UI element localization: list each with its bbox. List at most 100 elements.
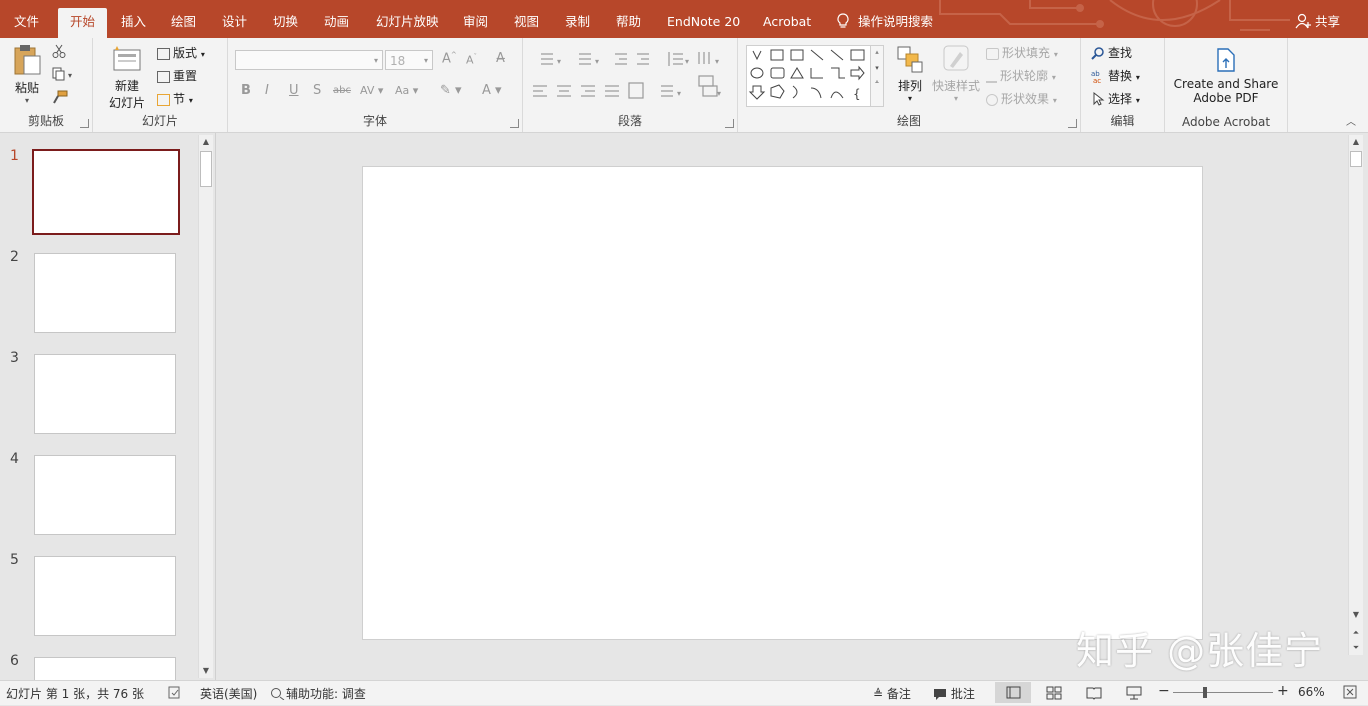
- slide-thumbnail-4[interactable]: [34, 455, 176, 535]
- editor-scrollbar[interactable]: ▲ ▼ ⏶ ⏷: [1348, 135, 1363, 655]
- drawing-group-label: 绘图: [896, 114, 921, 128]
- normal-view-button[interactable]: [995, 682, 1031, 703]
- cut-icon[interactable]: [52, 44, 66, 58]
- accessibility-status[interactable]: 辅助功能: 调查: [270, 685, 366, 702]
- shapes-gallery-scroll[interactable]: ▴ ▾ ⩡: [870, 46, 883, 106]
- drawing-group: { ▴ ▾ ⩡ 排列 ▾ 快速样式 ▾ 形状填充 ▾ 形状轮廓 ▾ 形状效果 ▾…: [738, 38, 1081, 132]
- reading-view-button[interactable]: [1076, 682, 1112, 703]
- drawing-launcher[interactable]: [1068, 119, 1077, 128]
- scroll-up-icon[interactable]: ▲: [199, 137, 213, 146]
- paste-button[interactable]: 粘贴 ▾: [10, 44, 44, 105]
- shape-effects-button[interactable]: 形状效果 ▾: [986, 90, 1057, 107]
- collapse-ribbon-icon[interactable]: ︿: [1346, 113, 1356, 128]
- comments-button[interactable]: 批注: [933, 685, 975, 702]
- reset-icon: [157, 71, 170, 83]
- tab-acrobat[interactable]: Acrobat: [763, 8, 811, 38]
- thumbnails-scrollbar[interactable]: ▲ ▼: [198, 135, 213, 678]
- create-pdf-button[interactable]: Create and Share Adobe PDF: [1165, 46, 1287, 105]
- tab-transitions[interactable]: 切换: [273, 8, 298, 38]
- replace-button[interactable]: ab ac 替换 ▾: [1091, 67, 1140, 84]
- shadow-icon[interactable]: S: [313, 83, 321, 98]
- zoom-slider-track[interactable]: [1173, 692, 1273, 693]
- scroll-up-icon[interactable]: ▲: [1349, 137, 1363, 146]
- clipboard-launcher[interactable]: [80, 119, 89, 128]
- reset-button[interactable]: 重置: [157, 67, 197, 84]
- quick-styles-label: 快速样式: [931, 79, 980, 93]
- copy-icon[interactable]: ▾: [52, 67, 76, 81]
- find-button[interactable]: 查找: [1091, 44, 1132, 61]
- zoom-slider-thumb[interactable]: [1203, 687, 1207, 698]
- layout-button[interactable]: 版式 ▾: [157, 44, 205, 61]
- slide-number: 6: [10, 653, 19, 669]
- slide-thumbnail-6[interactable]: [34, 657, 176, 680]
- slide-thumbnail-5[interactable]: [34, 556, 176, 636]
- font-group: ▾ 18 ▾ A^ Aˇ A̶ B I U S abc AV ▾ Aa ▾ ✎ ▾…: [228, 38, 523, 132]
- accessibility-icon: [271, 688, 285, 701]
- quick-styles-button[interactable]: 快速样式 ▾: [930, 44, 982, 103]
- section-button[interactable]: 节 ▾: [157, 90, 193, 107]
- slide-thumbnail-3[interactable]: [34, 354, 176, 434]
- change-case-icon[interactable]: Aa ▾: [395, 84, 418, 97]
- slide-thumbnail-1[interactable]: [32, 149, 180, 235]
- zoom-out-button[interactable]: −: [1158, 683, 1170, 699]
- lightbulb-icon: [837, 13, 849, 28]
- tab-review[interactable]: 审阅: [463, 8, 488, 38]
- scrollbar-thumb[interactable]: [1350, 151, 1362, 167]
- tab-help[interactable]: 帮助: [616, 8, 641, 38]
- char-spacing-icon[interactable]: AV ▾: [360, 84, 383, 97]
- scrollbar-thumb[interactable]: [200, 151, 212, 187]
- clear-formatting-icon[interactable]: A̶: [496, 51, 505, 66]
- zoom-level[interactable]: 66%: [1298, 685, 1325, 699]
- tab-record[interactable]: 录制: [565, 8, 590, 38]
- tab-animations[interactable]: 动画: [324, 8, 349, 38]
- font-launcher[interactable]: [510, 119, 519, 128]
- shape-outline-button[interactable]: 形状轮廓 ▾: [986, 67, 1056, 84]
- font-group-label: 字体: [362, 114, 387, 128]
- increase-font-icon[interactable]: A^: [442, 51, 457, 66]
- paragraph-launcher[interactable]: [725, 119, 734, 128]
- scroll-down-icon[interactable]: ▼: [1349, 610, 1363, 619]
- format-painter-icon[interactable]: [52, 90, 68, 104]
- shapes-gallery[interactable]: { ▴ ▾ ⩡: [746, 45, 884, 107]
- tab-file[interactable]: 文件: [14, 8, 39, 38]
- slideshow-view-button[interactable]: [1116, 682, 1152, 703]
- share-button[interactable]: 共享: [1295, 8, 1340, 36]
- shape-fill-button[interactable]: 形状填充 ▾: [986, 44, 1058, 61]
- notes-button[interactable]: ≜ 备注: [873, 685, 911, 702]
- slides-group-label: 幻灯片: [141, 114, 178, 128]
- font-name-combo[interactable]: ▾: [235, 50, 383, 70]
- arrange-button[interactable]: 排列 ▾: [894, 44, 926, 103]
- tab-slideshow[interactable]: 幻灯片放映: [376, 8, 439, 38]
- strikethrough-icon[interactable]: abc: [333, 85, 351, 96]
- spelling-check-icon[interactable]: [168, 686, 182, 699]
- slide-number: 5: [10, 552, 19, 568]
- font-color-icon[interactable]: A ▾: [482, 83, 502, 98]
- highlight-icon[interactable]: ✎ ▾: [440, 83, 462, 98]
- zoom-in-button[interactable]: +: [1277, 683, 1289, 699]
- new-slide-button[interactable]: 新建 幻灯片: [101, 44, 153, 111]
- tab-draw[interactable]: 绘图: [171, 8, 196, 38]
- pen-icon: [986, 72, 997, 83]
- font-size-combo[interactable]: 18 ▾: [385, 50, 433, 70]
- tab-design[interactable]: 设计: [222, 8, 247, 38]
- italic-icon[interactable]: I: [265, 83, 269, 98]
- underline-icon[interactable]: U: [289, 83, 299, 98]
- scroll-down-icon[interactable]: ▼: [199, 666, 213, 675]
- decrease-font-icon[interactable]: Aˇ: [466, 53, 477, 67]
- next-slide-icon[interactable]: ⏷: [1349, 643, 1363, 653]
- language-indicator[interactable]: 英语(美国): [200, 685, 257, 702]
- previous-slide-icon[interactable]: ⏶: [1349, 628, 1363, 638]
- tab-view[interactable]: 视图: [514, 8, 539, 38]
- fit-to-window-icon[interactable]: [1343, 685, 1357, 699]
- select-button[interactable]: 选择 ▾: [1091, 90, 1140, 107]
- slide-sorter-button[interactable]: [1036, 682, 1072, 703]
- tab-endnote[interactable]: EndNote 20: [667, 8, 740, 38]
- tab-home[interactable]: 开始: [58, 8, 108, 38]
- paste-icon: [14, 45, 41, 75]
- slide-canvas[interactable]: [362, 166, 1203, 640]
- bold-icon[interactable]: B: [241, 83, 251, 98]
- tab-insert[interactable]: 插入: [121, 8, 146, 38]
- tell-me-search[interactable]: 操作说明搜索: [836, 8, 933, 36]
- slide-thumbnail-2[interactable]: [34, 253, 176, 333]
- svg-text:▾: ▾: [715, 57, 719, 66]
